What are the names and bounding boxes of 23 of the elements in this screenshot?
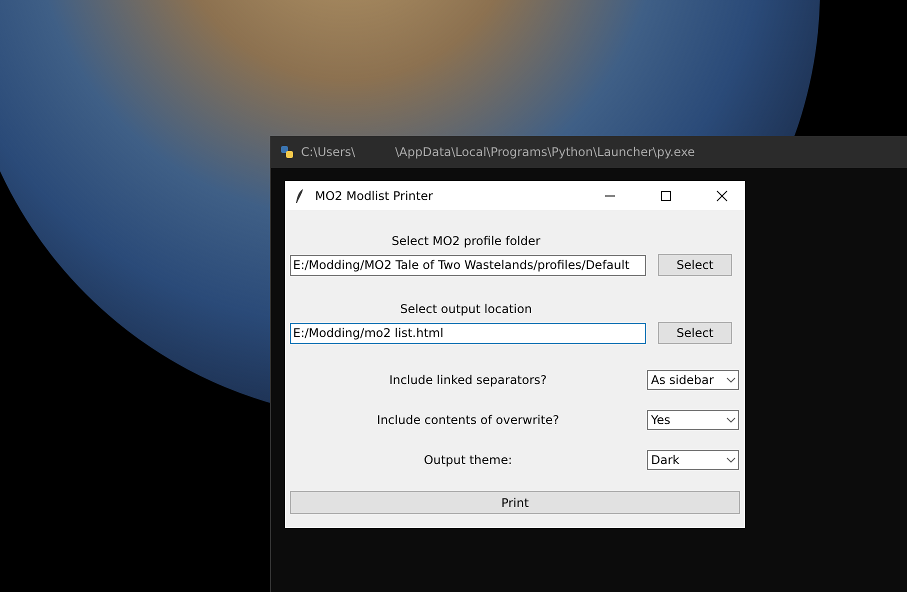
chevron-down-icon xyxy=(724,376,738,384)
console-title: C:\Users\ xyxy=(301,145,356,159)
close-icon xyxy=(716,190,728,202)
select-button[interactable]: Select xyxy=(658,254,732,276)
path-field[interactable]: E:/Modding/MO2 Tale of Two Wastelands/profiles/Default xyxy=(290,254,646,276)
dropdown[interactable]: Dark xyxy=(647,450,739,470)
path-field[interactable]: E:/Modding/mo2 list.html xyxy=(290,322,646,344)
print-button[interactable]: Print xyxy=(290,491,740,514)
window-title: MO2 Modlist Printer xyxy=(315,188,434,202)
chevron-down-icon xyxy=(724,456,738,464)
console-title: \AppData\Local\Programs\Python\Launcher\py.exe xyxy=(395,145,695,159)
option-label: Output theme: xyxy=(422,453,514,467)
option-label: Include linked separators? xyxy=(388,373,548,387)
dropdown[interactable]: As sidebar xyxy=(647,370,739,390)
python-icon xyxy=(279,144,295,160)
field-label: Select MO2 profile folder xyxy=(390,234,542,248)
chevron-down-icon xyxy=(724,416,738,424)
maximize-icon xyxy=(660,190,672,202)
feather-icon xyxy=(295,188,305,204)
field-label: Select output location xyxy=(399,302,533,316)
option-label: Include contents of overwrite? xyxy=(376,413,560,427)
dropdown[interactable]: Yes xyxy=(647,410,739,430)
select-button[interactable]: Select xyxy=(658,322,732,344)
